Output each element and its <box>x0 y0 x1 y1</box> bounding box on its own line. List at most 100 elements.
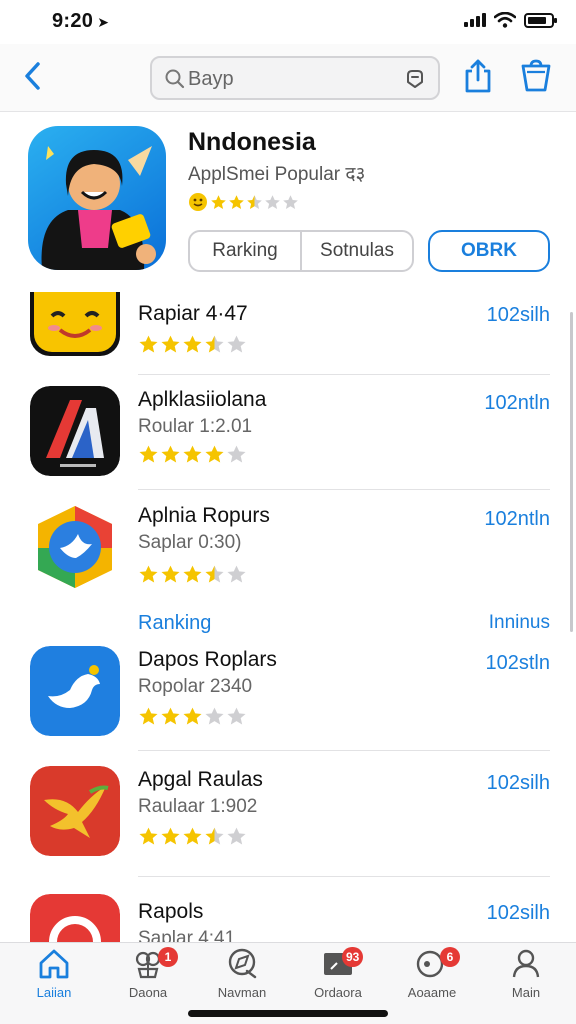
app-rating <box>138 564 247 585</box>
tab-label: Daona <box>128 985 168 1000</box>
row-divider <box>138 876 550 877</box>
app-action[interactable]: 102ntln <box>484 508 550 531</box>
star-icon <box>205 445 224 463</box>
tab-badge: 6 <box>440 947 460 967</box>
search-text: Bayp <box>188 68 234 90</box>
tab-badge: 93 <box>342 947 364 967</box>
star-icon <box>265 194 280 209</box>
app-title: Rapols <box>138 900 204 923</box>
app-icon <box>30 894 120 942</box>
tab-home[interactable]: Laiian <box>14 947 94 1007</box>
tab-label: Ordaora <box>314 985 362 1000</box>
tab-gift[interactable]: 1 Daona <box>108 947 188 1007</box>
star-icon <box>139 707 158 725</box>
list-item[interactable]: Dapos Roplars Ropolar 2340 102stln <box>0 644 576 744</box>
app-subtitle: Ropolar 2340 <box>138 676 253 697</box>
app-title: Dapos Roplars <box>138 648 277 671</box>
chevron-left-icon <box>25 62 40 90</box>
app-action[interactable]: 102ntln <box>484 392 550 415</box>
compass-icon <box>228 948 257 979</box>
star-icon <box>161 827 180 845</box>
star-icon <box>205 565 224 583</box>
row-divider <box>138 750 550 751</box>
tab-label: Navman <box>217 985 267 1000</box>
featured-rating <box>188 192 299 212</box>
nav-bar: Bayp <box>0 44 576 112</box>
featured-app-icon[interactable] <box>28 126 166 270</box>
status-time: 9:20 ➤ <box>52 10 109 33</box>
app-subtitle: Saplar 0:30) <box>138 532 242 553</box>
star-icon <box>227 827 246 845</box>
bookmark-icon[interactable] <box>404 68 426 90</box>
app-subtitle: Raulaar 1:902 <box>138 796 258 817</box>
app-icon <box>30 766 120 856</box>
star-icon <box>283 194 298 209</box>
featured-subtitle: ApplSmei Popular द३ <box>188 164 366 185</box>
tab-compass[interactable]: Navman <box>202 947 282 1007</box>
app-rating <box>138 706 247 727</box>
bag-icon <box>521 59 551 92</box>
status-time-text: 9:20 <box>52 10 94 32</box>
star-icon <box>183 335 202 353</box>
app-subtitle: Roular 1:2.01 <box>138 416 253 437</box>
star-icon <box>183 707 202 725</box>
app-action[interactable]: 102stln <box>486 652 551 675</box>
featured-app: Nndonesia ApplSmei Popular द३ Rarking So… <box>0 112 576 292</box>
star-icon <box>183 445 202 463</box>
app-title: Apgal Raulas <box>138 768 263 791</box>
tab-game[interactable]: 6 Aoaame <box>392 947 472 1007</box>
app-subtitle: Saplar 4:41 <box>138 928 236 942</box>
list-item[interactable]: Rapols Saplar 4:41 102silh <box>0 892 576 942</box>
star-icon <box>161 445 180 463</box>
star-icon <box>139 445 158 463</box>
app-title: Rapiar 4·47 <box>138 302 248 325</box>
segment-second[interactable]: Sotnulas <box>300 232 412 270</box>
star-icon <box>227 565 246 583</box>
share-icon <box>465 59 491 93</box>
star-icon <box>227 335 246 353</box>
status-bar: 9:20 ➤ <box>0 0 576 44</box>
row-divider <box>138 489 550 490</box>
featured-stars <box>210 194 299 211</box>
app-icon <box>30 386 120 476</box>
back-button[interactable] <box>18 58 48 94</box>
tab-label: Laiian <box>36 985 72 1000</box>
star-icon <box>161 335 180 353</box>
tab-folder[interactable]: 93 Ordaora <box>298 947 378 1007</box>
app-list: Rapiar 4·47 102silh Aplklasiiolana Roula… <box>0 292 576 942</box>
list-item[interactable]: Aplklasiiolana Roular 1:2.01 102ntln <box>0 384 576 484</box>
row-divider <box>138 374 550 375</box>
star-icon <box>229 194 244 209</box>
scroll-indicator[interactable] <box>570 312 573 632</box>
featured-artwork <box>41 146 156 270</box>
list-item[interactable]: Apgal Raulas Raulaar 1:902 102silh <box>0 764 576 864</box>
search-icon <box>165 69 185 89</box>
star-icon <box>205 827 224 845</box>
tab-badge: 1 <box>158 947 178 967</box>
bag-button[interactable] <box>518 58 554 94</box>
tab-label: Aoaame <box>407 985 457 1000</box>
section-link[interactable]: Inninus <box>489 612 550 634</box>
star-icon <box>139 335 158 353</box>
segment-ranking[interactable]: Rarking <box>190 232 300 270</box>
app-title: Aplklasiiolana <box>138 388 267 411</box>
search-field[interactable]: Bayp <box>150 56 440 100</box>
app-action[interactable]: 102silh <box>487 772 550 795</box>
list-item[interactable]: Aplnia Ropurs Saplar 0:30) 102ntln <box>0 500 576 600</box>
share-button[interactable] <box>462 58 494 94</box>
tab-profile[interactable]: Main <box>486 947 566 1007</box>
get-button[interactable]: OBRK <box>428 230 550 272</box>
home-indicator[interactable] <box>188 1010 388 1017</box>
app-rating <box>138 826 247 847</box>
app-action[interactable]: 102silh <box>487 902 550 925</box>
signal-icon <box>464 13 486 27</box>
app-icon <box>30 502 120 592</box>
section-title: Ranking <box>138 612 212 634</box>
home-icon <box>39 949 69 979</box>
battery-icon <box>524 12 557 28</box>
star-icon <box>247 194 262 209</box>
app-icon <box>30 646 120 736</box>
star-icon <box>227 707 246 725</box>
app-action[interactable]: 102silh <box>487 304 550 327</box>
list-item[interactable]: Rapiar 4·47 102silh <box>0 292 576 372</box>
